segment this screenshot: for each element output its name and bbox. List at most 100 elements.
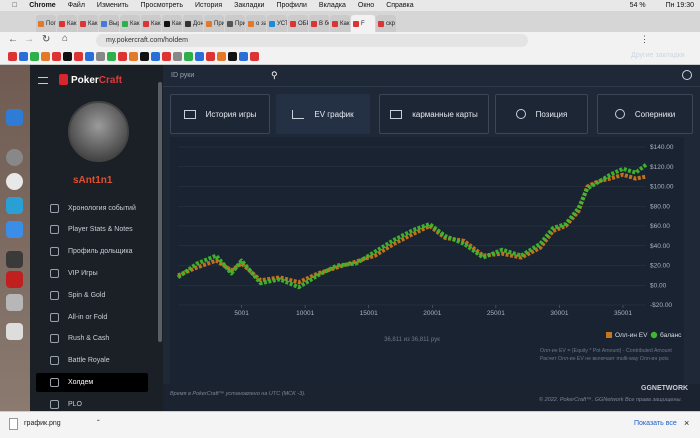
bookmark-icon[interactable] — [107, 52, 116, 61]
browser-tab[interactable]: Как — [78, 15, 98, 32]
bookmark-icon[interactable] — [19, 52, 28, 61]
menu-window[interactable]: Окно — [358, 2, 374, 9]
menu-dots-icon[interactable]: ⋮ — [640, 34, 649, 45]
menu-bookmarks[interactable]: Закладки — [234, 2, 264, 9]
bookmark-icon[interactable] — [63, 52, 72, 61]
pokercraft-logo-icon — [59, 74, 68, 85]
browser-tab[interactable]: Как — [141, 15, 161, 32]
bookmark-icon[interactable] — [118, 52, 127, 61]
battery-percent[interactable]: 54 % — [630, 2, 646, 9]
nav-item-icon — [50, 377, 59, 387]
nav-item[interactable]: Профиль дольщика — [50, 243, 170, 261]
nav-item[interactable]: Battle Royale — [50, 352, 170, 370]
browser-tab[interactable]: Дон — [183, 15, 203, 32]
bookmark-icon[interactable] — [184, 52, 193, 61]
bookmark-icon[interactable] — [129, 52, 138, 61]
home-icon[interactable]: ⌂ — [62, 33, 68, 44]
back-icon[interactable]: ← — [8, 34, 18, 45]
nav-item[interactable]: Rush & Cash — [50, 330, 170, 348]
bookmark-icon[interactable] — [173, 52, 182, 61]
browser-tab[interactable]: о за — [246, 15, 266, 32]
bookmark-icon[interactable] — [228, 52, 237, 61]
bookmark-icon[interactable] — [239, 52, 248, 61]
menu-view[interactable]: Просмотреть — [141, 2, 183, 9]
globe-icon[interactable] — [682, 70, 692, 80]
bookmark-icon[interactable] — [30, 52, 39, 61]
menu-file[interactable]: Файл — [68, 2, 85, 9]
brand-poker: Poker — [71, 75, 99, 86]
app-icon[interactable] — [6, 251, 23, 268]
bookmark-icon[interactable] — [85, 52, 94, 61]
tab-position[interactable]: Позиция — [495, 94, 588, 134]
url-input[interactable]: my.pokercraft.com/holdem — [96, 34, 528, 47]
trash-icon[interactable] — [6, 323, 23, 340]
browser-tab[interactable]: При — [225, 15, 245, 32]
browser-tab[interactable]: Как — [162, 15, 182, 32]
close-icon[interactable]: × — [684, 418, 689, 428]
bookmark-icon[interactable] — [74, 52, 83, 61]
menu-app-name[interactable]: Chrome — [29, 2, 55, 9]
browser-tab[interactable]: ОБР — [288, 15, 308, 32]
hamburger-icon[interactable] — [38, 77, 48, 84]
chrome-icon[interactable] — [6, 173, 23, 190]
apple-icon[interactable]:  — [12, 2, 17, 9]
bookmark-icon[interactable] — [217, 52, 226, 61]
bookmark-icon[interactable] — [162, 52, 171, 61]
menu-history[interactable]: История — [195, 2, 222, 9]
tab-title: При — [235, 20, 245, 27]
nav-item[interactable]: All-in or Fold — [50, 308, 170, 326]
show-all-button[interactable]: Показать все — [634, 420, 677, 427]
bookmark-icon[interactable] — [8, 52, 17, 61]
bookmark-icon[interactable] — [52, 52, 61, 61]
clock[interactable]: Пн 19:30 — [666, 2, 694, 9]
hand-id-input[interactable]: ID руки — [171, 72, 194, 79]
bookmark-icon[interactable] — [41, 52, 50, 61]
nav-item-label: Battle Royale — [68, 357, 110, 365]
browser-tab[interactable]: Выр — [99, 15, 119, 32]
bookmark-icon[interactable] — [206, 52, 215, 61]
tab-ev-graph[interactable]: EV график — [276, 94, 370, 134]
bookmark-icon[interactable] — [151, 52, 160, 61]
tab-label: Соперники — [634, 109, 676, 119]
browser-tab[interactable]: В бо — [309, 15, 329, 32]
nav-item[interactable]: Холдем — [50, 373, 170, 391]
app2-icon[interactable] — [6, 294, 23, 311]
menu-profiles[interactable]: Профили — [276, 2, 306, 9]
browser-tab[interactable]: Пог — [36, 15, 56, 32]
menu-edit[interactable]: Изменить — [97, 2, 129, 9]
chevron-up-icon[interactable]: ˆ — [97, 419, 100, 428]
browser-tab[interactable]: F — [351, 15, 375, 32]
browser-tab[interactable]: При — [204, 15, 224, 32]
ev-chart[interactable]: $140.00 $120.00 $100.00 $80.00 $60.00 $40.00 $… — [170, 137, 684, 384]
finder-icon[interactable] — [6, 109, 23, 126]
browser-tab[interactable]: Как — [57, 15, 77, 32]
nav-item[interactable]: Player Stats & Notes — [50, 221, 170, 239]
tab-opponents[interactable]: Соперники — [597, 94, 693, 134]
menu-help[interactable]: Справка — [386, 2, 413, 9]
nav-item[interactable]: VIP Игры — [50, 264, 170, 282]
browser-tab[interactable]: УСТ — [267, 15, 287, 32]
bookmark-icon[interactable] — [140, 52, 149, 61]
bookmark-icon[interactable] — [250, 52, 259, 61]
skype-icon[interactable] — [6, 197, 23, 214]
tab-title: Как — [67, 20, 77, 27]
cloud-icon[interactable] — [6, 221, 23, 238]
tab-game-history[interactable]: История игры — [170, 94, 270, 134]
tab-hole-cards[interactable]: карманные карты — [379, 94, 489, 134]
download-filename[interactable]: график.png — [24, 420, 61, 427]
forward-icon[interactable]: → — [24, 34, 34, 45]
search-icon[interactable]: ⚲ — [271, 70, 278, 81]
nav-item[interactable]: Хронология событий — [50, 199, 170, 217]
avatar[interactable] — [68, 101, 129, 162]
bookmark-icon[interactable] — [195, 52, 204, 61]
bookmark-icon[interactable] — [96, 52, 105, 61]
browser-tab[interactable]: скр — [376, 15, 396, 32]
nav-item[interactable]: Spin & Gold — [50, 286, 170, 304]
reload-icon[interactable]: ↻ — [42, 34, 50, 45]
other-bookmarks[interactable]: Другие закладки — [631, 52, 685, 59]
poker-icon[interactable] — [6, 271, 23, 288]
browser-tab[interactable]: Как — [330, 15, 350, 32]
system-prefs-icon[interactable] — [6, 149, 23, 166]
browser-tab[interactable]: Как — [120, 15, 140, 32]
menu-tab[interactable]: Вкладка — [319, 2, 346, 9]
